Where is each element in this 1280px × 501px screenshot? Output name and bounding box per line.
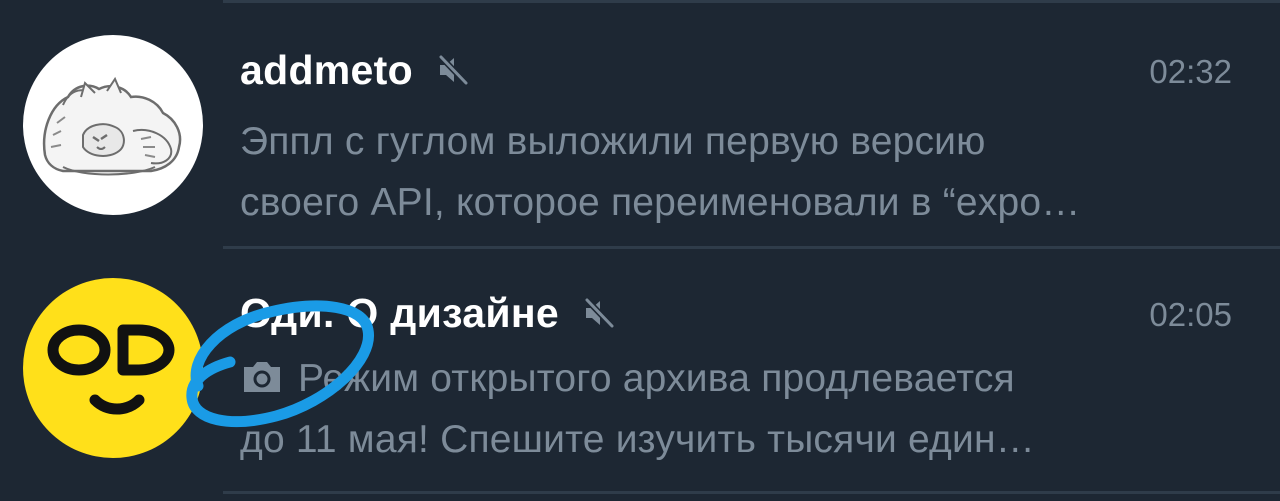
message-preview: Эппл с гуглом выложили первую версию сво… bbox=[240, 111, 1240, 233]
message-time: 02:32 bbox=[1149, 53, 1232, 90]
chat-title: Оди. О дизайне bbox=[240, 288, 617, 338]
camera-icon bbox=[240, 359, 284, 395]
chat-row-odi[interactable]: Оди. О дизайне 02:05 Режим открытого арх… bbox=[0, 248, 1280, 494]
chat-list: addmeto 02:32 Эппл с гуглом выложили пер… bbox=[0, 0, 1280, 501]
avatar[interactable] bbox=[23, 278, 203, 458]
divider bbox=[223, 491, 1280, 494]
chat-title: addmeto bbox=[240, 45, 471, 95]
muted-speaker-icon bbox=[581, 295, 617, 331]
muted-speaker-icon bbox=[435, 52, 471, 88]
preview-line-1: Режим открытого архива продлевается bbox=[240, 348, 1240, 409]
message-preview: Режим открытого архива продлевается до 1… bbox=[240, 348, 1240, 470]
preview-line-1-text: Режим открытого архива продлевается bbox=[298, 357, 1015, 400]
chat-row-addmeto[interactable]: addmeto 02:32 Эппл с гуглом выложили пер… bbox=[0, 3, 1280, 249]
od-logo-icon bbox=[47, 324, 175, 415]
chat-name: addmeto bbox=[240, 46, 413, 93]
message-time: 02:05 bbox=[1149, 296, 1232, 333]
preview-line-2: своего API, которое переименовали в “exp… bbox=[240, 181, 1081, 224]
avatar[interactable] bbox=[23, 35, 203, 215]
chat-name: Оди. О дизайне bbox=[240, 289, 560, 336]
preview-line-2: до 11 мая! Спешите изучить тысячи един… bbox=[240, 418, 1035, 461]
cat-sticker-icon bbox=[42, 76, 182, 176]
preview-line-1: Эппл с гуглом выложили первую версию bbox=[240, 120, 986, 163]
